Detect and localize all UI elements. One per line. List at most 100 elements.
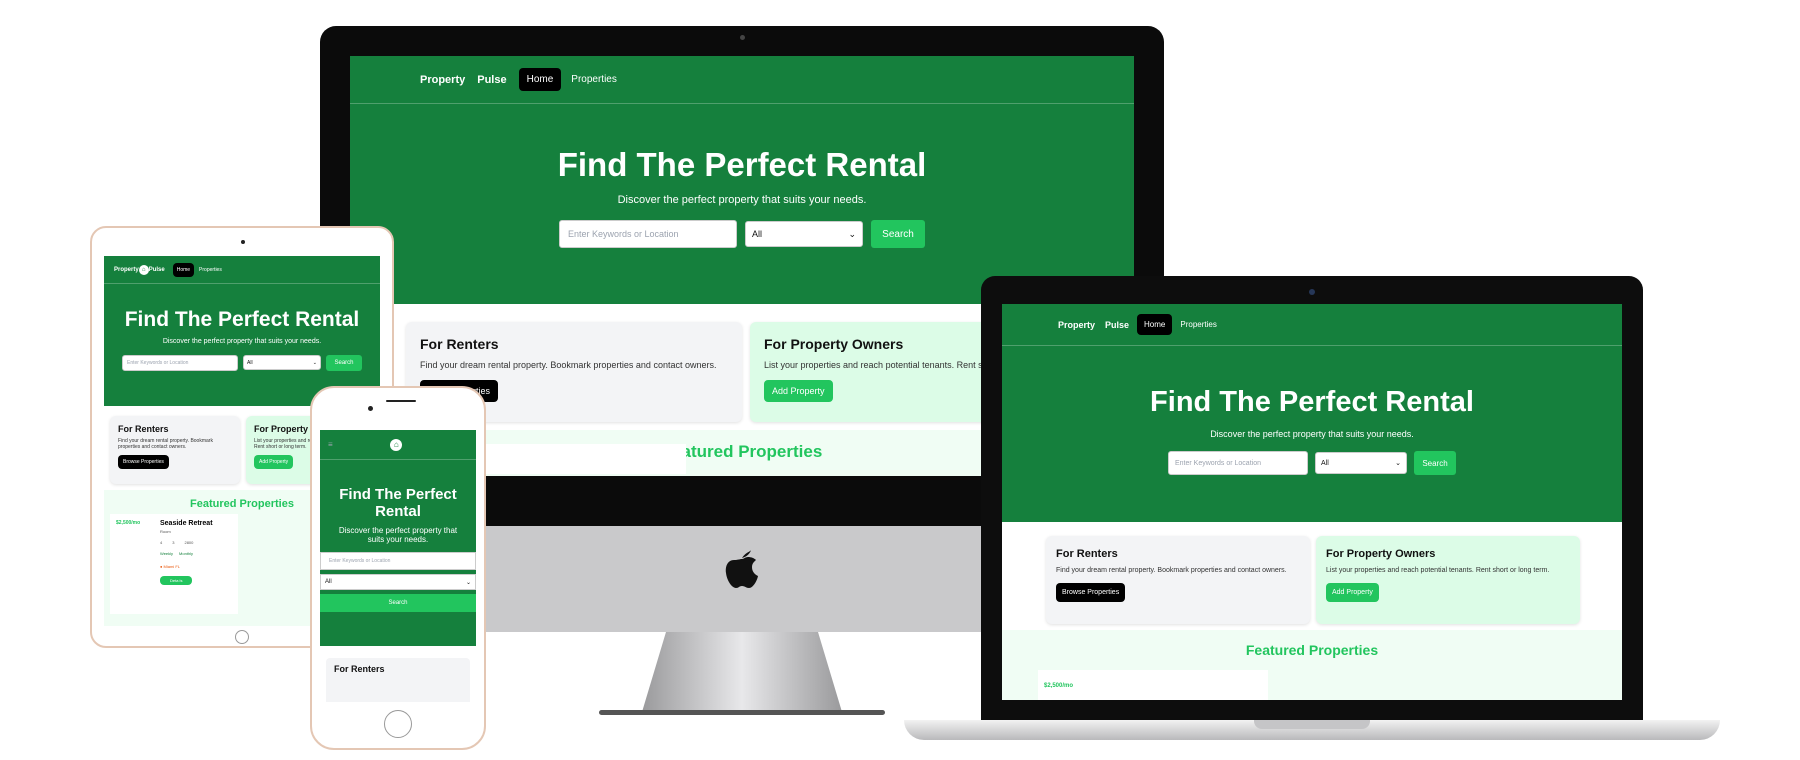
hero-section: Find The Perfect Rental Discover the per… xyxy=(350,104,1134,304)
add-property-button[interactable]: Add Property xyxy=(764,380,833,402)
renters-title: For Renters xyxy=(420,336,499,352)
hero-title: Find The Perfect Rental xyxy=(1150,386,1474,418)
location-text: Miami FL xyxy=(163,564,180,569)
type-select[interactable]: All ⌄ xyxy=(320,574,476,590)
hero-subtitle-line1: Discover the perfect property that xyxy=(338,526,458,535)
phone-home-button[interactable] xyxy=(384,710,412,738)
nav-properties-link[interactable]: Properties xyxy=(571,74,617,85)
hero-subtitle: Discover the perfect property that suits… xyxy=(1210,429,1414,439)
renters-title: For Renters xyxy=(334,664,385,674)
imac-stand-base xyxy=(599,710,885,715)
renters-title: For Renters xyxy=(1056,548,1118,560)
sqft-value: 2800 xyxy=(184,540,194,545)
baths-value: 3 xyxy=(172,540,175,545)
navbar: Property ⌂ Pulse Home Properties xyxy=(104,256,380,284)
search-button[interactable]: Search xyxy=(326,355,362,371)
search-input[interactable]: Enter Keywords or Location xyxy=(320,552,476,570)
property-card: $2,500/mo Seaside Retreat Room 4 3 2800 … xyxy=(110,514,238,614)
property-location: ● Miami FL xyxy=(160,564,213,569)
type-select[interactable]: All ⌄ xyxy=(1315,452,1407,474)
property-type: Room xyxy=(160,529,171,534)
house-icon[interactable]: ⌂ xyxy=(390,438,403,451)
chevron-down-icon: ⌄ xyxy=(1395,460,1401,467)
brand-text[interactable]: Property xyxy=(1058,320,1095,330)
browse-properties-button[interactable]: Browse Properties xyxy=(118,455,169,469)
hero-section: Find The Perfect Rental Discover the per… xyxy=(320,460,476,646)
owners-text: List your properties and reach potential… xyxy=(1326,567,1550,574)
chevron-down-icon: ⌄ xyxy=(848,228,856,239)
add-property-button[interactable]: Add Property xyxy=(1326,583,1379,602)
hamburger-icon[interactable]: ≡ xyxy=(328,440,333,449)
type-select[interactable]: All ⌄ xyxy=(745,221,863,247)
renters-card: For Renters Find your dream rental prope… xyxy=(1046,536,1310,624)
owners-title: For Property Owners xyxy=(1326,548,1436,560)
brand-text-2[interactable]: Pulse xyxy=(149,267,165,273)
beds-value: 4 xyxy=(160,540,163,545)
house-icon: ⌂ xyxy=(138,264,149,275)
tablet-camera xyxy=(241,240,245,244)
navbar: Property Pulse Home Properties xyxy=(350,56,1134,104)
laptop-camera xyxy=(1309,289,1315,295)
type-select[interactable]: All ⌄ xyxy=(243,355,321,370)
featured-title: Featured Properties xyxy=(1245,642,1379,658)
hero-subtitle: Discover the perfect property that suits… xyxy=(617,194,867,206)
search-input[interactable]: Enter Keywords or Location xyxy=(122,355,238,371)
laptop-device: Property Pulse Home Properties Find The … xyxy=(904,276,1720,746)
search-button[interactable]: Search xyxy=(871,220,925,248)
navbar: Property Pulse Home Properties xyxy=(1002,304,1622,346)
property-rates: Weekly Monthly xyxy=(160,551,213,556)
property-price: $2,500/mo xyxy=(1044,683,1074,689)
featured-section: Featured Properties $2,500/mo xyxy=(1002,630,1622,700)
browse-properties-button[interactable]: Browse Properties xyxy=(1056,583,1126,602)
renters-text: Find your dream rental property. Bookmar… xyxy=(118,438,213,450)
apple-logo-icon xyxy=(724,546,760,590)
brand-text-2[interactable]: Pulse xyxy=(1105,320,1129,330)
property-card: $2,500/mo xyxy=(1038,670,1268,700)
search-button[interactable]: Search xyxy=(320,594,476,612)
renters-section: For Renters xyxy=(326,658,470,702)
renters-text: Find your dream rental property. Bookmar… xyxy=(1056,567,1287,574)
property-features: 4 3 2800 xyxy=(160,540,213,545)
renters-text: Find your dream rental property. Bookmar… xyxy=(420,360,717,370)
add-property-button[interactable]: Add Property xyxy=(254,455,294,469)
brand-text-2[interactable]: Pulse xyxy=(477,74,506,86)
search-button[interactable]: Search xyxy=(1414,451,1456,475)
phone-device: ≡ ⌂ Find The Perfect Rental Discover the… xyxy=(310,386,486,750)
tablet-home-button[interactable] xyxy=(235,630,249,644)
search-input[interactable]: Enter Keywords or Location xyxy=(559,220,737,248)
renters-card: For Renters Find your dream rental prope… xyxy=(110,416,240,484)
type-select-value: All xyxy=(325,579,332,585)
nav-properties-link[interactable]: Properties xyxy=(1180,320,1216,329)
map-pin-icon: ● xyxy=(160,564,163,569)
type-select-value: All xyxy=(1321,459,1329,467)
search-form: Enter Keywords or Location All ⌄ Search xyxy=(350,220,1134,248)
nav-properties-link[interactable]: Properties xyxy=(199,267,222,273)
search-input[interactable]: Enter Keywords or Location xyxy=(1168,451,1308,475)
imac-stand xyxy=(642,632,842,712)
property-name: Seaside Retreat xyxy=(160,520,213,527)
nav-home-link[interactable]: Home xyxy=(518,68,562,91)
hero-subtitle: Discover the perfect property that suits… xyxy=(162,338,322,345)
hero-title: Find The Perfect Rental xyxy=(557,146,927,183)
rate-monthly: Monthly xyxy=(179,551,194,556)
nav-home-link[interactable]: Home xyxy=(1137,314,1173,335)
laptop-screen: Property Pulse Home Properties Find The … xyxy=(1002,304,1622,700)
phone-speaker xyxy=(386,400,416,402)
navbar: ≡ ⌂ xyxy=(320,430,476,460)
brand-text[interactable]: Property xyxy=(114,267,139,273)
imac-camera xyxy=(740,35,745,40)
details-button[interactable]: Deta ls xyxy=(160,576,193,585)
rate-weekly: Weekly xyxy=(160,551,174,556)
phone-screen: ≡ ⌂ Find The Perfect Rental Discover the… xyxy=(320,430,476,702)
owners-card: For Property Owners List your properties… xyxy=(1316,536,1580,624)
hero-title-line1: Find The Perfect xyxy=(339,486,457,503)
brand-text[interactable]: Property xyxy=(420,74,465,86)
nav-home-link[interactable]: Home xyxy=(172,262,195,277)
type-select-value: All xyxy=(752,229,763,239)
hero-section: Find The Perfect Rental Discover the per… xyxy=(1002,346,1622,522)
renters-title: For Renters xyxy=(118,424,169,434)
hero-subtitle-line2: suits your needs. xyxy=(367,535,429,544)
laptop-notch xyxy=(1254,720,1370,729)
hero-title-line2: Rental xyxy=(375,503,421,520)
type-select-value: All xyxy=(247,359,253,366)
